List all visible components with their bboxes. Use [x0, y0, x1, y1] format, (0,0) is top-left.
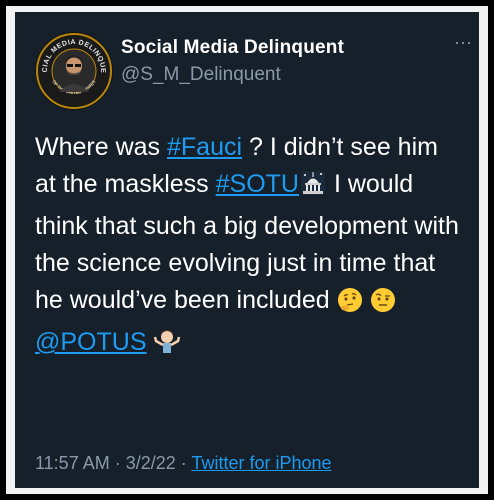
more-options-icon[interactable]: ···: [451, 32, 475, 56]
mention-potus-link[interactable]: @POTUS: [35, 328, 147, 356]
author-display-name[interactable]: Social Media Delinquent: [121, 37, 344, 59]
thinking-face-emoji-icon: [337, 287, 363, 324]
tweet-meta: 11:57 AM · 3/2/22 · Twitter for iPhone: [35, 453, 332, 474]
meta-separator: ·: [109, 453, 126, 473]
tweet-time[interactable]: 11:57 AM: [35, 453, 110, 473]
tweet-text-part: Where was: [35, 133, 167, 161]
raised-eyebrow-emoji-icon: [370, 287, 396, 324]
tweet-card: SOCIAL MEDIA DELINQUENT OF THE UNITED ST…: [15, 12, 479, 488]
tweet-source-link[interactable]: Twitter for iPhone: [191, 453, 331, 473]
capitol-emoji-icon: [299, 169, 327, 208]
tweet-date[interactable]: 3/2/22: [126, 453, 176, 473]
author-handle[interactable]: @S_M_Delinquent: [121, 64, 281, 86]
hashtag-fauci-link[interactable]: #Fauci: [167, 133, 242, 161]
tweet-text: Where was #Fauci ? I didn’t see him at t…: [35, 129, 465, 366]
avatar[interactable]: SOCIAL MEDIA DELINQUENT OF THE UNITED ST…: [35, 32, 113, 110]
hashtag-sotu-link[interactable]: #SOTU: [216, 170, 299, 198]
meta-separator: ·: [175, 453, 192, 473]
shrug-emoji-icon: [153, 327, 181, 366]
avatar-image: SOCIAL MEDIA DELINQUENT OF THE UNITED ST…: [35, 32, 112, 109]
